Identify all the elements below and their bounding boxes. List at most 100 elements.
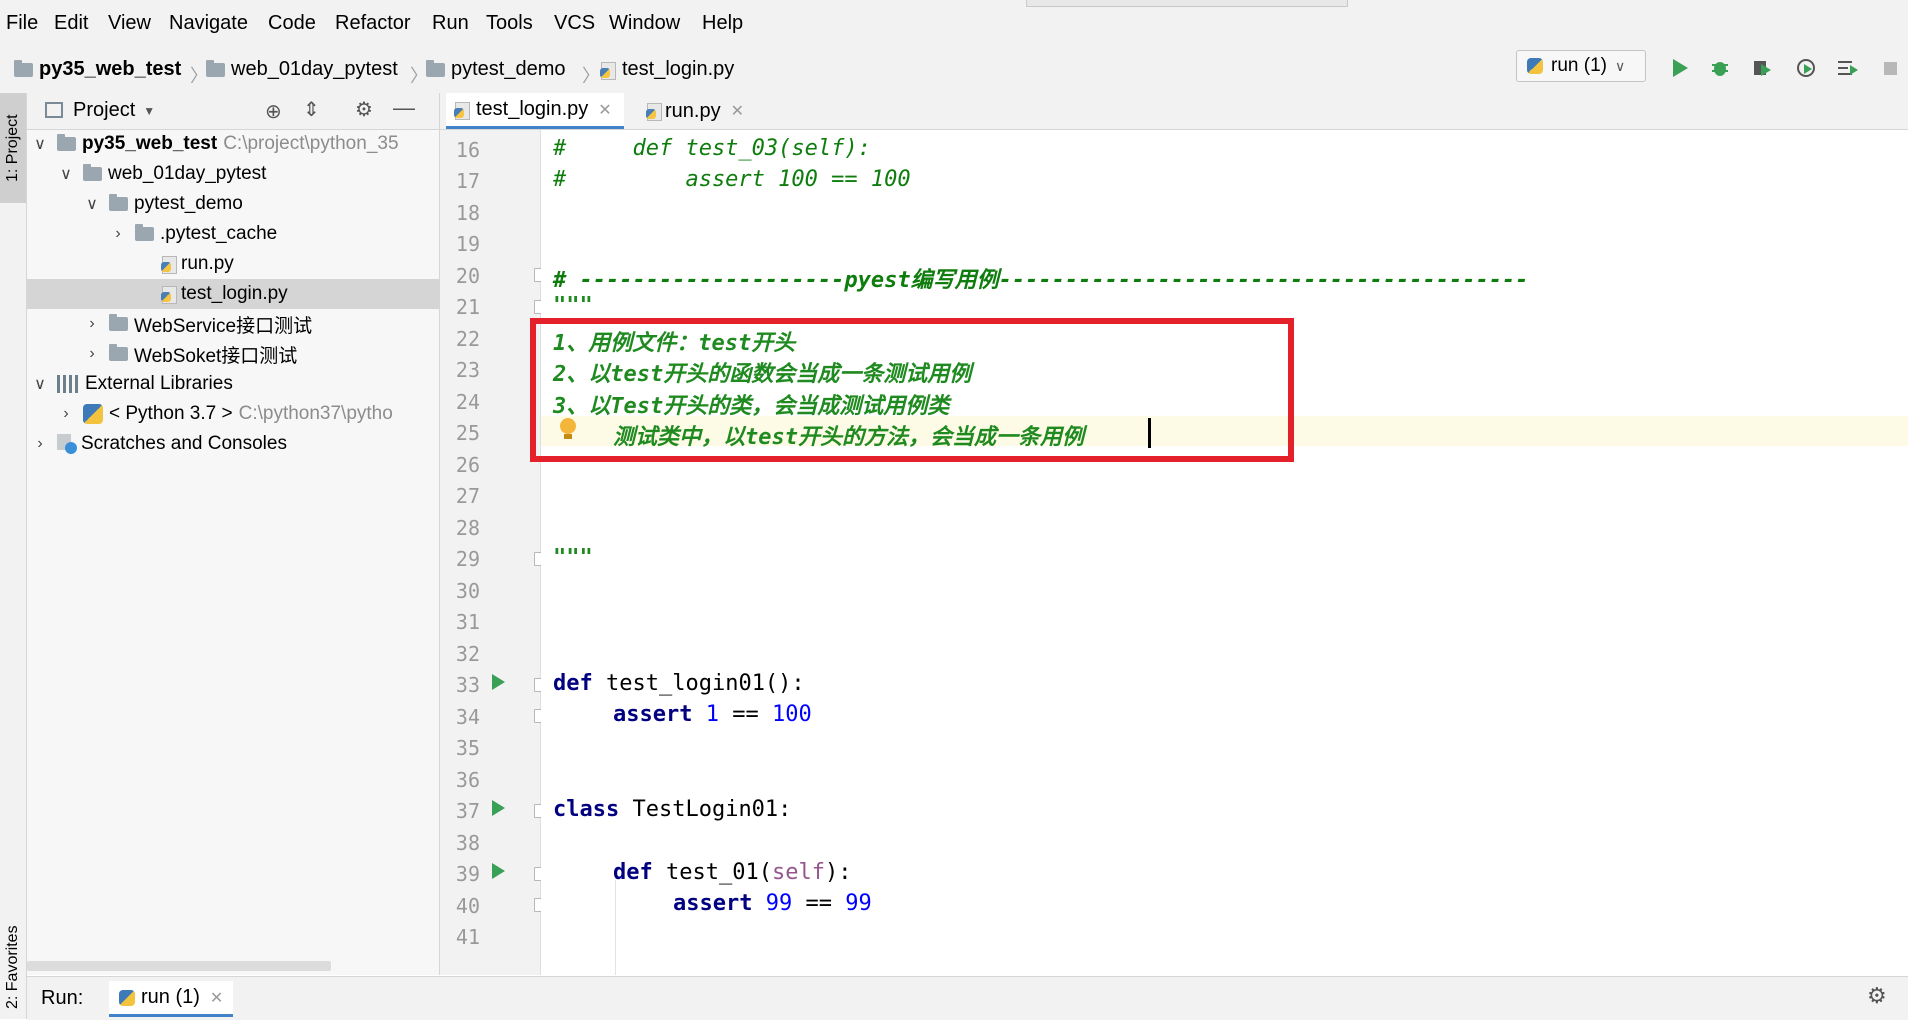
lightbulb-icon[interactable] [560, 418, 576, 439]
close-icon[interactable]: ✕ [598, 100, 611, 120]
line-number: 20 [455, 264, 480, 288]
bug-icon [1712, 62, 1728, 76]
menu-vcs[interactable]: VCS [554, 12, 595, 35]
folder-icon [57, 134, 76, 151]
code-editor[interactable]: # def test_03(self): # assert 100 == 100… [541, 130, 1908, 975]
line-number: 38 [455, 831, 480, 855]
gear-icon[interactable]: ⚙ [355, 97, 373, 122]
number-literal: 1 [705, 702, 719, 727]
project-tool-tab-label: 1: Project [4, 114, 21, 182]
menu-navigate[interactable]: Navigate [169, 12, 248, 35]
run-button[interactable] [1668, 56, 1692, 80]
python-file-icon [161, 285, 177, 304]
run-gutter-icon[interactable] [492, 674, 505, 690]
tree-item-pytest-demo[interactable]: ∨ pytest_demo [27, 189, 495, 219]
run-config-label: run (1) [1551, 55, 1607, 76]
menu-view[interactable]: View [108, 12, 151, 35]
run-config-select[interactable]: run (1) ∨ [1516, 50, 1646, 82]
indent-guide [615, 880, 616, 975]
gear-icon[interactable]: ⚙ [1867, 983, 1887, 1009]
folder-icon [109, 194, 128, 211]
run-gutter-icon[interactable] [492, 800, 505, 816]
operator: == [718, 702, 772, 727]
breadcrumb-label: pytest_demo [451, 58, 566, 80]
close-icon[interactable]: ✕ [731, 101, 744, 121]
line-number: 24 [455, 390, 480, 414]
window-drag-handle[interactable] [1026, 0, 1348, 7]
run-icon [1673, 59, 1688, 77]
breadcrumb-item[interactable]: pytest_demo [426, 58, 566, 81]
tree-item-label: .pytest_cache [160, 223, 278, 244]
keyword: assert [673, 891, 753, 916]
code-line-21: """ [553, 293, 593, 318]
tab-run-py[interactable]: run.py ✕ [638, 93, 752, 129]
function-signature: test_01( [652, 860, 772, 885]
menu-code[interactable]: Code [268, 12, 316, 35]
project-view-selector[interactable]: Project ▼ [73, 99, 155, 122]
line-number: 25 [455, 421, 480, 445]
keyword: def [553, 671, 593, 696]
tree-item-label: External Libraries [85, 373, 233, 394]
run-tab[interactable]: run (1) ✕ [109, 981, 234, 1017]
code-line-20: # --------------------pyest编写用例---------… [553, 268, 1529, 293]
run-gutter-icon[interactable] [492, 863, 505, 879]
folder-icon [83, 164, 102, 181]
line-number: 26 [455, 453, 480, 477]
menu-file[interactable]: File [6, 12, 38, 35]
tree-item-webservice[interactable]: › WebService接口测试 [27, 309, 495, 339]
close-icon[interactable]: ✕ [210, 988, 223, 1008]
horizontal-scrollbar[interactable] [27, 961, 331, 971]
breadcrumb-item[interactable]: py35_web_test [14, 58, 181, 81]
breadcrumb-label: test_login.py [622, 58, 735, 80]
tab-label: run.py [665, 99, 721, 122]
folder-icon [14, 59, 33, 77]
favorites-tool-tab[interactable]: 2: Favorites [0, 917, 26, 1017]
chevron-right-icon: › [115, 225, 121, 242]
number-literal: 99 [845, 891, 872, 916]
line-number: 28 [455, 516, 480, 540]
operator: == [792, 891, 846, 916]
python-icon [83, 404, 103, 424]
debug-button[interactable] [1708, 56, 1732, 80]
stop-button[interactable] [1878, 56, 1902, 80]
hide-panel-icon[interactable]: — [393, 95, 415, 121]
locate-icon[interactable]: ⊕ [265, 99, 282, 124]
menu-edit[interactable]: Edit [54, 12, 88, 35]
profiler-icon [1797, 59, 1815, 77]
menu-help[interactable]: Help [702, 12, 743, 35]
collapse-all-icon[interactable]: ⇕ [303, 97, 320, 122]
tree-item-label: WebSoket接口测试 [134, 345, 298, 367]
tree-item-label: py35_web_test [82, 133, 218, 154]
chevron-right-icon: › [89, 345, 95, 362]
menu-run[interactable]: Run [432, 12, 469, 35]
tree-item-websoket[interactable]: › WebSoket接口测试 [27, 339, 495, 369]
tree-item-python-sdk[interactable]: › < Python 3.7 > C:\python37\pytho [27, 399, 469, 429]
project-tool-tab[interactable]: 1: Project [0, 93, 26, 203]
code-line-39: def test_01(self): [613, 860, 851, 885]
tree-item-project-root[interactable]: ∨ py35_web_test C:\project\python_35 [27, 129, 443, 159]
folder-icon [109, 344, 128, 361]
line-number: 21 [455, 295, 480, 319]
line-number: 32 [455, 642, 480, 666]
profile-button[interactable] [1794, 56, 1818, 80]
code-line-17: # assert 100 == 100 [553, 167, 911, 192]
library-icon [57, 375, 79, 393]
chevron-right-icon: 〉 [582, 66, 600, 86]
coverage-button[interactable] [1750, 56, 1774, 80]
tree-item-scratches[interactable]: › Scratches and Consoles [27, 429, 443, 459]
tree-item-web-01day-pytest[interactable]: ∨ web_01day_pytest [27, 159, 469, 189]
scratches-icon [57, 434, 77, 454]
tree-item-external-libraries[interactable]: ∨ External Libraries [27, 369, 443, 399]
menu-window[interactable]: Window [609, 12, 680, 35]
folder-icon [426, 59, 445, 77]
favorites-tool-tab-label: 2: Favorites [4, 925, 21, 1009]
tab-test-login-py[interactable]: test_login.py ✕ [446, 93, 624, 129]
breadcrumb-item[interactable]: test_login.py [600, 58, 734, 81]
self-param: self [771, 860, 825, 885]
breadcrumb-item[interactable]: web_01day_pytest [206, 58, 398, 81]
tree-item-label: pytest_demo [134, 193, 243, 214]
menu-refactor[interactable]: Refactor [335, 12, 411, 35]
menu-tools[interactable]: Tools [486, 12, 533, 35]
project-panel-header: Project ▼ ⊕ ⇕ ⚙ — [27, 93, 439, 130]
concurrency-button[interactable] [1836, 56, 1860, 80]
